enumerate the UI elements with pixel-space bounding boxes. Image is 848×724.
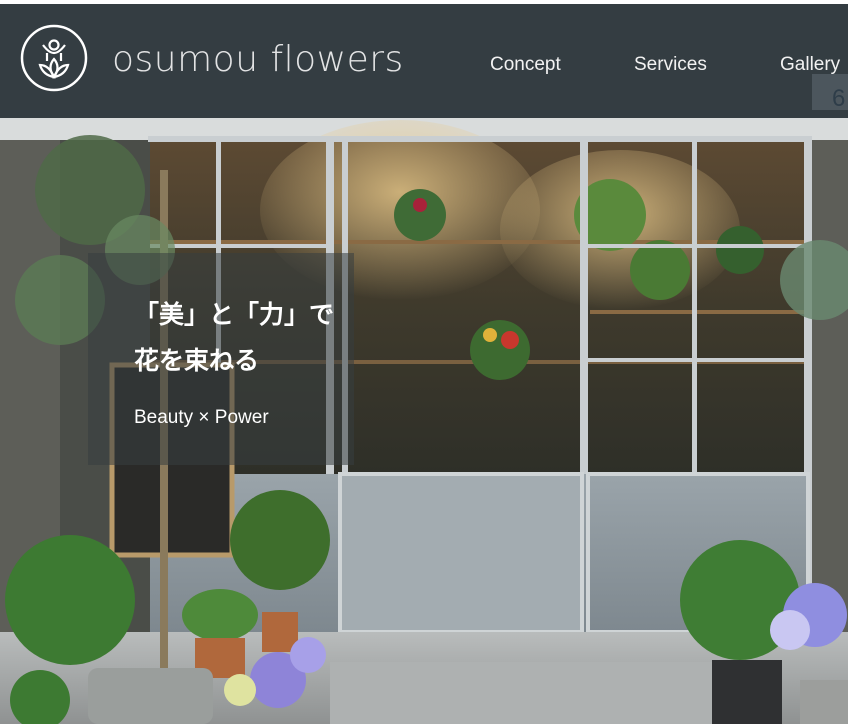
main-nav: Concept Services Gallery <box>0 51 848 79</box>
hero-title: 「美」と「力」で 花を束ねる <box>134 300 335 375</box>
nav-concept[interactable]: Concept <box>490 51 561 79</box>
nav-services[interactable]: Services <box>634 51 707 79</box>
nav-gallery[interactable]: Gallery <box>780 51 840 79</box>
site-header: osumou flowers Concept Services Gallery <box>0 0 848 118</box>
hero-subtitle: Beauty × Power <box>134 407 269 428</box>
